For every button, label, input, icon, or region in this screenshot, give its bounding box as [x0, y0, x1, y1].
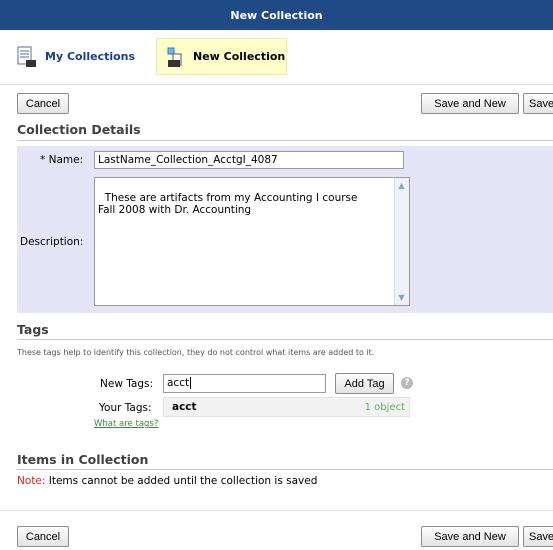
divider	[0, 84, 553, 85]
cancel-button[interactable]: Cancel	[17, 93, 69, 114]
name-field[interactable]: LastName_Collection_AcctgI_4087	[94, 151, 404, 169]
tab-new-collection[interactable]: New Collection	[156, 38, 287, 75]
description-scrollbar[interactable]: ▲ ▼	[394, 178, 409, 305]
section-rule	[17, 469, 553, 470]
what-are-tags-link[interactable]: What are tags?	[94, 419, 158, 429]
your-tags-label: Your Tags:	[99, 402, 152, 414]
tags-heading: Tags	[17, 322, 49, 337]
tab-my-collections[interactable]: My Collections	[17, 38, 135, 75]
description-textarea[interactable]: These are artifacts from my Accounting I…	[94, 177, 410, 306]
save-and-new-button[interactable]: Save and New	[421, 93, 519, 114]
scroll-down-icon[interactable]: ▼	[396, 292, 407, 303]
collections-icon	[17, 46, 37, 68]
collection-details-heading: Collection Details	[17, 122, 141, 137]
save-button-bottom[interactable]: Save	[523, 526, 553, 547]
items-heading: Items in Collection	[17, 452, 149, 467]
description-text: These are artifacts from my Accounting I…	[98, 192, 358, 216]
window-title: New Collection	[0, 0, 553, 30]
save-and-new-button-bottom[interactable]: Save and New	[421, 526, 519, 547]
divider	[0, 510, 553, 511]
help-icon[interactable]: ?	[401, 377, 413, 389]
tags-help-text: These tags help to identify this collect…	[17, 348, 375, 357]
tag-row[interactable]: acct 1 object	[163, 397, 410, 417]
tag-count: 1 object	[364, 402, 405, 413]
add-tag-button[interactable]: Add Tag	[335, 373, 394, 394]
new-tags-value: acct	[167, 377, 190, 389]
note-label: Note:	[17, 475, 46, 487]
cancel-button-bottom[interactable]: Cancel	[17, 526, 69, 547]
save-button[interactable]: Save	[523, 93, 553, 114]
note-text: Items cannot be added until the collecti…	[45, 475, 318, 487]
items-note: Note: Items cannot be added until the co…	[17, 475, 317, 487]
new-tags-input[interactable]: acct	[163, 374, 326, 393]
section-rule	[17, 140, 553, 141]
tab-my-collections-label: My Collections	[45, 50, 136, 63]
name-label: * Name:	[40, 154, 84, 166]
tab-new-collection-label: New Collection	[193, 50, 286, 63]
new-tags-label: New Tags:	[100, 378, 154, 390]
new-collection-icon	[165, 46, 185, 68]
section-rule	[17, 339, 553, 340]
scroll-up-icon[interactable]: ▲	[396, 180, 407, 191]
tag-name: acct	[172, 401, 197, 413]
description-label: Description:	[20, 236, 84, 248]
